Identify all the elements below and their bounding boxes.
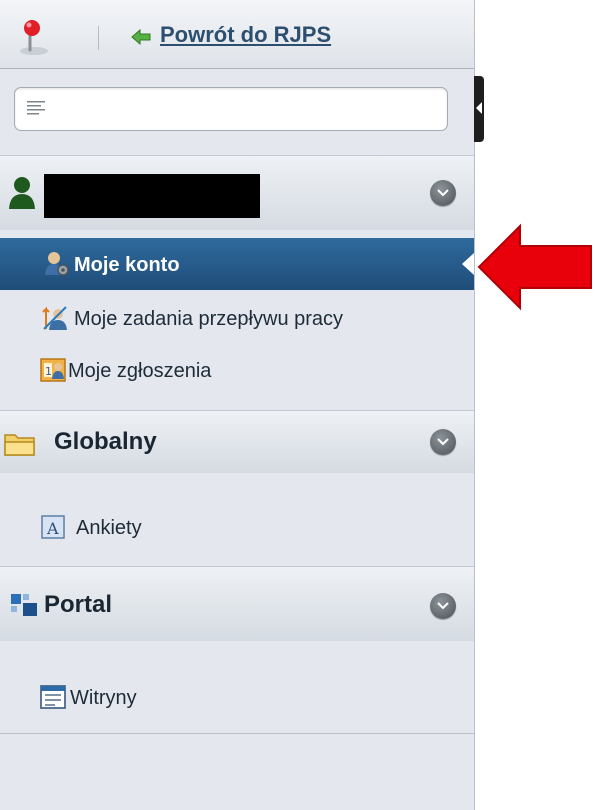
search-input[interactable] (57, 94, 441, 124)
section-globalny-items: A Ankiety (0, 473, 474, 566)
chevron-left-icon (476, 102, 482, 114)
menu-item-ankiety[interactable]: A Ankiety (0, 501, 474, 553)
collapse-panel-handle[interactable] (474, 76, 484, 142)
back-arrow-icon[interactable] (131, 29, 151, 45)
redacted-username (44, 174, 260, 218)
red-arrow-annotation (477, 223, 592, 311)
section-header-portal[interactable]: Portal (0, 566, 474, 642)
toolbar-separator (98, 26, 99, 50)
search-area (0, 69, 474, 155)
map-pin-icon (20, 20, 48, 55)
section-user-items: Moje konto Moje zadania przepływu pracy … (0, 230, 474, 410)
section-header-user[interactable] (0, 155, 474, 231)
menu-item-label: Moje zadania przepływu pracy (74, 308, 344, 330)
text-lines-icon (27, 101, 45, 115)
surveys-icon: A (41, 515, 65, 539)
menu-item-label: Moje konto (74, 254, 180, 276)
panel-footer (0, 734, 474, 810)
section-header-globalny[interactable]: Globalny (0, 410, 474, 474)
chevron-down-icon[interactable] (430, 429, 456, 455)
section-portal-items: Witryny (0, 641, 474, 733)
back-to-rjps-link[interactable]: Powrót do RJPS (160, 22, 331, 48)
workflow-tasks-icon (42, 306, 67, 330)
portal-icon (11, 594, 37, 616)
user-icon (9, 177, 35, 209)
user-settings-icon (45, 252, 69, 276)
navigation-panel: Powrót do RJPS Moje konto Moje zadania p… (0, 0, 475, 810)
menu-item-label: Moje zgłoszenia (68, 360, 212, 382)
menu-item-moje-konto[interactable]: Moje konto (0, 238, 474, 290)
folder-icon (4, 434, 35, 456)
chevron-down-icon[interactable] (430, 593, 456, 619)
menu-item-label: Ankiety (76, 517, 142, 539)
section-title: Portal (44, 591, 113, 618)
chevron-down-icon[interactable] (430, 180, 456, 206)
requests-icon: 1 (40, 358, 66, 382)
search-box[interactable] (14, 87, 448, 131)
active-pointer (462, 253, 474, 275)
menu-item-label: Witryny (70, 687, 137, 709)
menu-item-moje-zgloszenia[interactable]: 1 Moje zgłoszenia (0, 344, 474, 396)
sites-icon (40, 685, 66, 709)
top-bar: Powrót do RJPS (0, 0, 474, 69)
svg-text:1: 1 (45, 365, 52, 378)
svg-text:A: A (46, 519, 59, 538)
menu-item-witryny[interactable]: Witryny (0, 671, 474, 723)
menu-item-moje-zadania[interactable]: Moje zadania przepływu pracy (0, 292, 474, 344)
section-title: Globalny (54, 428, 157, 455)
